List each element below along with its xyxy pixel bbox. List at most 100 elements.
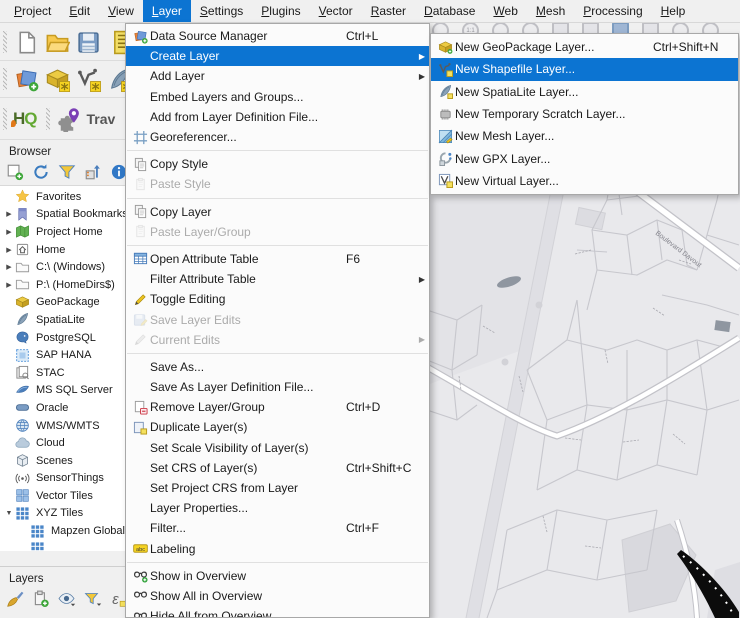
- toolbar-drag-handle[interactable]: [3, 68, 7, 90]
- browser-item-stac[interactable]: STAC: [0, 364, 126, 382]
- traveltime-plugin-button[interactable]: [54, 104, 85, 135]
- open-project-button[interactable]: [42, 27, 73, 58]
- filter-expression-button[interactable]: ε: [108, 589, 126, 609]
- menu-item-save-as[interactable]: Save As...: [126, 357, 429, 377]
- menu-item-copy-layer[interactable]: Copy Layer: [126, 202, 429, 222]
- menubar-item-layer[interactable]: Layer: [143, 0, 191, 22]
- toolbar-drag-handle[interactable]: [3, 31, 7, 53]
- collapse-all-button[interactable]: [82, 162, 103, 182]
- menu-item-current-edits[interactable]: Current Edits▶: [126, 330, 429, 350]
- menu-item-filter-attribute-table[interactable]: Filter Attribute Table▶: [126, 269, 429, 289]
- new-project-button[interactable]: [11, 27, 42, 58]
- menu-item-hide-all-from-overview[interactable]: Hide All from Overview: [126, 606, 429, 618]
- menubar-item-view[interactable]: View: [99, 0, 143, 22]
- menubar-item-settings[interactable]: Settings: [191, 0, 252, 22]
- toolbar-drag-handle[interactable]: [46, 108, 50, 130]
- toolbar-drag-handle[interactable]: [3, 108, 7, 130]
- browser-item-favorites[interactable]: Favorites: [0, 188, 126, 206]
- browser-item-clipped[interactable]: [0, 540, 126, 551]
- browser-item-sap-hana[interactable]: SAP HANA: [0, 346, 126, 364]
- map-tool-icon[interactable]: [582, 22, 599, 33]
- browser-item-p-homedirs[interactable]: ▶P:\ (HomeDirs$): [0, 276, 126, 294]
- bookmark-add-icon[interactable]: [642, 22, 659, 33]
- zoom-icon[interactable]: [432, 22, 449, 33]
- menu-item-new-geopackage-layer[interactable]: New GeoPackage Layer...Ctrl+Shift+N: [431, 36, 738, 58]
- menubar-item-vector[interactable]: Vector: [310, 0, 362, 22]
- menubar-item-web[interactable]: Web: [484, 0, 526, 22]
- menu-item-show-in-overview[interactable]: Show in Overview: [126, 566, 429, 586]
- menubar-item-processing[interactable]: Processing: [574, 0, 651, 22]
- hqgis-plugin-button[interactable]: HQ: [11, 109, 43, 129]
- browser-item-sensorthings[interactable]: SensorThings: [0, 470, 126, 488]
- menubar-item-edit[interactable]: Edit: [60, 0, 99, 22]
- map-themes-button[interactable]: [56, 589, 77, 609]
- expander-collapsed-icon[interactable]: ▶: [3, 228, 15, 236]
- save-project-button[interactable]: [73, 27, 104, 58]
- zoom-next-icon[interactable]: [522, 22, 539, 33]
- expander-expanded-icon[interactable]: ▼: [3, 510, 15, 517]
- zoom-native-icon[interactable]: 1:1: [462, 22, 479, 33]
- menubar-item-mesh[interactable]: Mesh: [527, 0, 574, 22]
- filter-legend-button[interactable]: [82, 589, 103, 609]
- menu-item-save-layer-edits[interactable]: Save Layer Edits: [126, 309, 429, 329]
- menu-item-layer-properties[interactable]: Layer Properties...: [126, 498, 429, 518]
- add-selected-layers-button[interactable]: [4, 162, 25, 182]
- refresh-map-icon[interactable]: [702, 22, 719, 33]
- expander-collapsed-icon[interactable]: ▶: [3, 246, 15, 254]
- menu-item-add-layer[interactable]: Add Layer▶: [126, 66, 429, 86]
- refresh-button[interactable]: [30, 162, 51, 182]
- map-tool-icon[interactable]: [552, 22, 569, 33]
- menu-item-paste-style[interactable]: Paste Style: [126, 174, 429, 194]
- menu-item-data-source-manager[interactable]: Data Source ManagerCtrl+L: [126, 26, 429, 46]
- menu-item-toggle-editing[interactable]: Toggle Editing: [126, 289, 429, 309]
- new-shapefile-button[interactable]: [73, 64, 104, 95]
- menu-item-filter[interactable]: Filter...Ctrl+F: [126, 518, 429, 538]
- map-canvas[interactable]: Boulevard Davout: [427, 140, 740, 618]
- browser-item-xyz-tiles[interactable]: ▼XYZ Tiles: [0, 505, 126, 523]
- zoom-last-icon[interactable]: [492, 22, 509, 33]
- menu-item-save-as-layer-definition-file[interactable]: Save As Layer Definition File...: [126, 377, 429, 397]
- layer-styling-button[interactable]: [4, 589, 25, 609]
- browser-item-spatial-bookmarks[interactable]: ▶Spatial Bookmarks: [0, 206, 126, 224]
- browser-item-oracle[interactable]: Oracle: [0, 399, 126, 417]
- menubar-item-help[interactable]: Help: [652, 0, 695, 22]
- browser-item-cloud[interactable]: Cloud: [0, 434, 126, 452]
- menu-item-labeling[interactable]: abcLabeling: [126, 539, 429, 559]
- expander-collapsed-icon[interactable]: ▶: [3, 210, 15, 218]
- menu-item-copy-style[interactable]: Copy Style: [126, 154, 429, 174]
- properties-button[interactable]: [108, 162, 126, 182]
- browser-item-postgresql[interactable]: PostgreSQL: [0, 329, 126, 347]
- menu-item-remove-layer-group[interactable]: Remove Layer/GroupCtrl+D: [126, 397, 429, 417]
- menu-item-new-virtual-layer[interactable]: New Virtual Layer...: [431, 170, 738, 192]
- browser-item-vector-tiles[interactable]: Vector Tiles: [0, 487, 126, 505]
- menu-item-paste-layer-group[interactable]: Paste Layer/Group: [126, 222, 429, 242]
- bookmark-tool-icon[interactable]: [612, 22, 629, 33]
- expander-collapsed-icon[interactable]: ▶: [3, 263, 15, 271]
- menubar-item-database[interactable]: Database: [415, 0, 484, 22]
- browser-item-spatialite[interactable]: SpatiaLite: [0, 311, 126, 329]
- menu-item-open-attribute-table[interactable]: Open Attribute TableF6: [126, 249, 429, 269]
- browser-item-geopackage[interactable]: GeoPackage: [0, 294, 126, 312]
- menu-item-new-mesh-layer[interactable]: New Mesh Layer...: [431, 125, 738, 147]
- menubar-item-raster[interactable]: Raster: [362, 0, 415, 22]
- browser-item-scenes[interactable]: Scenes: [0, 452, 126, 470]
- menu-item-embed-layers-and-groups[interactable]: Embed Layers and Groups...: [126, 87, 429, 107]
- browser-item-wms-wmts[interactable]: WMS/WMTS: [0, 417, 126, 435]
- menu-item-new-gpx-layer[interactable]: New GPX Layer...: [431, 147, 738, 169]
- browser-item-project-home[interactable]: ▶Project Home: [0, 223, 126, 241]
- menubar-item-plugins[interactable]: Plugins: [252, 0, 309, 22]
- browser-item-home[interactable]: ▶Home: [0, 241, 126, 259]
- menu-item-set-scale-visibility-of-layer-s[interactable]: Set Scale Visibility of Layer(s): [126, 438, 429, 458]
- menu-item-new-shapefile-layer[interactable]: New Shapefile Layer...: [431, 58, 738, 80]
- expander-collapsed-icon[interactable]: ▶: [3, 281, 15, 289]
- browser-item-mapzen-global[interactable]: Mapzen Global: [0, 522, 126, 540]
- menu-item-duplicate-layer-s[interactable]: Duplicate Layer(s): [126, 417, 429, 437]
- menubar-item-project[interactable]: Project: [5, 0, 60, 22]
- menu-item-new-temporary-scratch-layer[interactable]: New Temporary Scratch Layer...: [431, 103, 738, 125]
- menu-item-show-all-in-overview[interactable]: Show All in Overview: [126, 586, 429, 606]
- new-geopackage-button[interactable]: [42, 64, 73, 95]
- filter-browser-button[interactable]: [56, 162, 77, 182]
- data-source-manager-button[interactable]: [11, 64, 42, 95]
- menu-item-create-layer[interactable]: Create Layer▶: [126, 46, 429, 66]
- menu-item-new-spatialite-layer[interactable]: New SpatiaLite Layer...: [431, 81, 738, 103]
